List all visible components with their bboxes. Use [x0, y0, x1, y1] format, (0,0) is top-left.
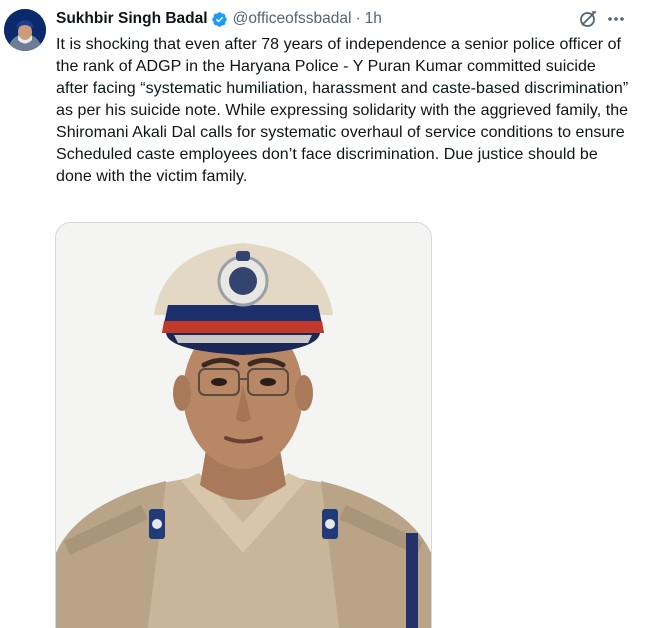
header-separator: · — [355, 10, 361, 27]
author-display-name[interactable]: Sukhbir Singh Badal — [56, 10, 208, 28]
tweet-header: Sukhbir Singh Badal @officeofssbadal · 1… — [56, 7, 382, 31]
police-officer-portrait — [56, 223, 431, 628]
author-handle[interactable]: @officeofssbadal — [233, 10, 352, 28]
avatar-image — [4, 9, 46, 51]
tweet[interactable]: Sukhbir Singh Badal @officeofssbadal · 1… — [0, 0, 646, 628]
profile-avatar[interactable] — [4, 9, 46, 51]
tweet-photo[interactable] — [55, 222, 432, 628]
grok-icon[interactable] — [578, 9, 598, 29]
tweet-timestamp[interactable]: 1h — [365, 10, 382, 28]
verified-badge-icon — [211, 11, 228, 28]
more-options-icon[interactable] — [606, 9, 626, 29]
tweet-text: It is shocking that even after 78 years … — [56, 36, 629, 185]
